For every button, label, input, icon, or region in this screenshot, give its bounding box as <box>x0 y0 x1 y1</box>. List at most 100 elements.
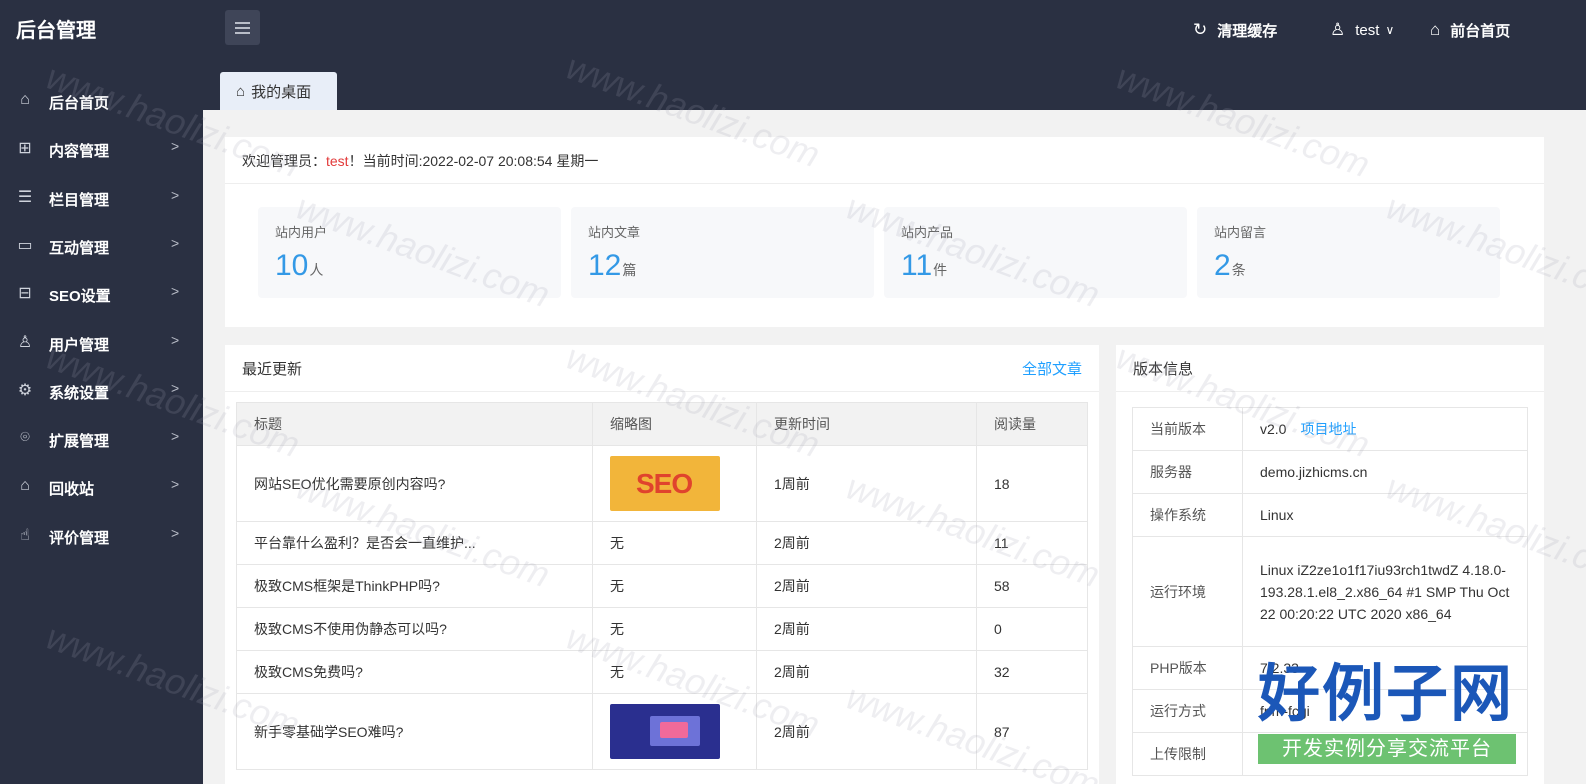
table-row[interactable]: 极致CMS不使用伪静态可以吗? 无 2周前 0 <box>236 607 1088 651</box>
update-time: 2周前 <box>756 650 977 694</box>
table-row[interactable]: 平台靠什么盈利？是否会一直维护... 无 2周前 11 <box>236 521 1088 565</box>
article-title[interactable]: 极致CMS框架是ThinkPHP吗? <box>236 564 593 608</box>
stat-users: 站内用户 10人 <box>258 207 561 298</box>
view-count: 11 <box>976 521 1088 565</box>
version-value: Linux <box>1260 507 1294 523</box>
sidebar-item-label: 内容管理 <box>49 143 110 161</box>
sidebar-item-label: 扩展管理 <box>49 433 110 451</box>
all-articles-link[interactable]: 全部文章 <box>1022 358 1082 379</box>
version-row: 运行方式 fpm-fcgi <box>1132 689 1528 733</box>
chevron-right-icon: > <box>171 283 180 300</box>
clear-cache-button[interactable]: ↻ 清理缓存 <box>1193 18 1277 42</box>
column-header: 更新时间 <box>756 402 977 446</box>
sidebar-item-label: 栏目管理 <box>49 191 110 209</box>
home-icon: ⌂ <box>1430 20 1441 39</box>
chevron-right-icon: > <box>171 524 180 541</box>
version-value-cell: demo.jizhicms.cn <box>1242 450 1528 494</box>
sidebar-item[interactable]: ▭ 互动管理 > <box>0 223 203 271</box>
version-key: 上传限制 <box>1132 732 1243 776</box>
column-header: 阅读量 <box>976 402 1088 446</box>
version-key: 服务器 <box>1132 450 1243 494</box>
view-count: 18 <box>976 445 1088 522</box>
update-time: 2周前 <box>756 521 977 565</box>
sidebar-item-label: 系统设置 <box>49 384 110 402</box>
chevron-right-icon: > <box>171 428 180 445</box>
screen-icon: ⊟ <box>18 285 32 303</box>
sidebar-item[interactable]: ⌾ 扩展管理 > <box>0 416 203 464</box>
tab-my-desktop[interactable]: ⌂ 我的桌面 <box>220 72 337 110</box>
divider <box>1116 391 1544 392</box>
sidebar-item[interactable]: ☝ 评价管理 > <box>0 513 203 561</box>
stat-messages: 站内留言 2条 <box>1197 207 1500 298</box>
version-key: 操作系统 <box>1132 493 1243 537</box>
thumbnail-cell: SEO <box>592 445 757 522</box>
menu-toggle-button[interactable] <box>225 10 260 45</box>
top-header: 后台管理 ↻ 清理缓存 ♙ test ∨ ⌂ 前台首页 <box>0 0 1586 60</box>
sidebar-item-label: 评价管理 <box>49 529 110 547</box>
article-title[interactable]: 极致CMS不使用伪静态可以吗? <box>236 607 593 651</box>
version-value-cell: 7.2.33 <box>1242 646 1528 690</box>
thumbnail-image <box>610 704 720 759</box>
sidebar-item[interactable]: ⚙ 系统设置 > <box>0 368 203 416</box>
article-title[interactable]: 极致CMS免费吗? <box>236 650 593 694</box>
sidebar-item-label: 用户管理 <box>49 336 110 354</box>
front-home-link[interactable]: ⌂ 前台首页 <box>1430 18 1510 42</box>
list-icon: ☰ <box>17 188 33 206</box>
article-title[interactable]: 网站SEO优化需要原创内容吗? <box>236 445 593 522</box>
chevron-right-icon: > <box>171 476 180 493</box>
user-icon: ♙ <box>1330 20 1346 39</box>
version-value: demo.jizhicms.cn <box>1260 464 1368 480</box>
stat-articles: 站内文章 12篇 <box>571 207 874 298</box>
version-row: PHP版本 7.2.33 <box>1132 646 1528 690</box>
update-time: 2周前 <box>756 564 977 608</box>
sidebar-item-label: 回收站 <box>49 481 95 499</box>
table-row[interactable]: 网站SEO优化需要原创内容吗? SEO 1周前 18 <box>236 445 1088 522</box>
column-header: 标题 <box>236 402 593 446</box>
project-link[interactable]: 项目地址 <box>1300 421 1356 437</box>
stat-value: 10人 <box>275 249 324 282</box>
user-menu[interactable]: ♙ test ∨ <box>1330 18 1394 42</box>
home-icon: ⌂ <box>236 82 246 100</box>
version-key: 运行环境 <box>1132 536 1243 647</box>
stat-value: 2条 <box>1214 249 1246 282</box>
chat-icon: ▭ <box>17 236 33 254</box>
table-row[interactable]: 新手零基础学SEO难吗? 2周前 87 <box>236 693 1088 770</box>
sidebar-item[interactable]: ⊟ SEO设置 > <box>0 271 203 319</box>
version-value-cell <box>1242 732 1528 776</box>
thumbnail-cell: 无 <box>592 564 757 608</box>
view-count: 87 <box>976 693 1088 770</box>
version-row: 上传限制 <box>1132 732 1528 776</box>
article-title[interactable]: 新手零基础学SEO难吗? <box>236 693 593 770</box>
view-count: 58 <box>976 564 1088 608</box>
tab-label: 我的桌面 <box>251 83 312 101</box>
divider <box>225 183 1544 184</box>
stat-label: 站内文章 <box>588 225 641 240</box>
card-title: 最近更新 <box>242 361 303 378</box>
sidebar-item[interactable]: ☰ 栏目管理 > <box>0 175 203 223</box>
thumbnail-cell: 无 <box>592 650 757 694</box>
front-home-label: 前台首页 <box>1450 22 1511 40</box>
sidebar-item[interactable]: ♙ 用户管理 > <box>0 320 203 368</box>
stat-products: 站内产品 11件 <box>884 207 1187 298</box>
extension-icon: ⌾ <box>20 429 30 447</box>
stat-value: 12篇 <box>588 249 637 282</box>
chevron-right-icon: > <box>171 186 180 203</box>
welcome-time: ！当前时间:2022-02-07 20:08:54 星期一 <box>348 153 599 169</box>
table-row[interactable]: 极致CMS框架是ThinkPHP吗? 无 2周前 58 <box>236 564 1088 608</box>
version-row: 运行环境 Linux iZ2ze1o1f17iu93rch1twdZ 4.18.0… <box>1132 536 1528 647</box>
update-time: 1周前 <box>756 445 977 522</box>
thumbnail-none: 无 <box>610 535 624 551</box>
version-info-card: 版本信息 当前版本 v2.0 项目地址 服务器 demo.jizhicms.cn 操作系统… <box>1116 345 1544 784</box>
chevron-down-icon: ∨ <box>1385 23 1395 37</box>
card-title: 版本信息 <box>1133 361 1194 378</box>
article-title[interactable]: 平台靠什么盈利？是否会一直维护... <box>236 521 593 565</box>
table-row[interactable]: 极致CMS免费吗? 无 2周前 32 <box>236 650 1088 694</box>
sidebar-item[interactable]: ⊞ 内容管理 > <box>0 126 203 174</box>
stat-label: 站内产品 <box>901 225 954 240</box>
welcome-user: test <box>326 153 349 169</box>
sidebar-item[interactable]: ⌂ 后台首页 <box>0 78 203 126</box>
version-key: PHP版本 <box>1132 646 1243 690</box>
sidebar-item[interactable]: ⌂ 回收站 > <box>0 464 203 512</box>
welcome-prefix: 欢迎管理员： <box>242 153 326 169</box>
column-header: 缩略图 <box>592 402 757 446</box>
